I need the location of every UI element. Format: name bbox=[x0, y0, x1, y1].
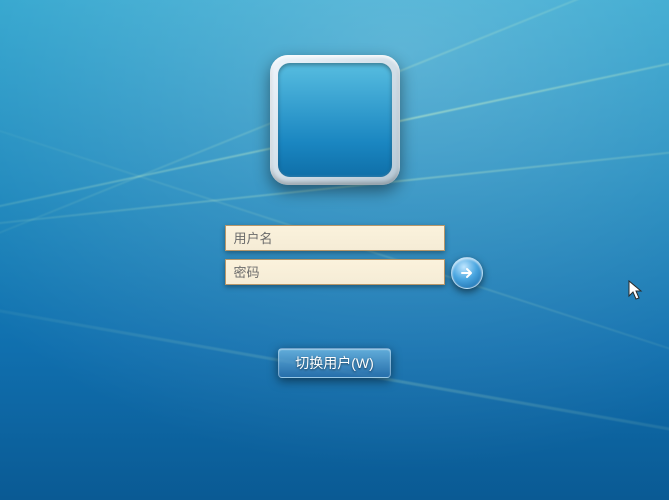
login-panel: 切换用户(W) bbox=[185, 55, 485, 378]
username-row bbox=[225, 225, 445, 251]
switch-user-button[interactable]: 切换用户(W) bbox=[278, 348, 391, 378]
login-screen: 切换用户(W) bbox=[0, 0, 669, 500]
submit-login-button[interactable] bbox=[451, 257, 483, 289]
arrow-right-icon bbox=[459, 265, 475, 281]
password-input[interactable] bbox=[225, 259, 445, 285]
user-avatar-frame bbox=[270, 55, 400, 185]
user-avatar bbox=[278, 63, 392, 177]
credentials-fields bbox=[225, 225, 445, 293]
mouse-pointer-icon bbox=[628, 280, 644, 302]
username-input[interactable] bbox=[225, 225, 445, 251]
password-row bbox=[225, 259, 445, 285]
